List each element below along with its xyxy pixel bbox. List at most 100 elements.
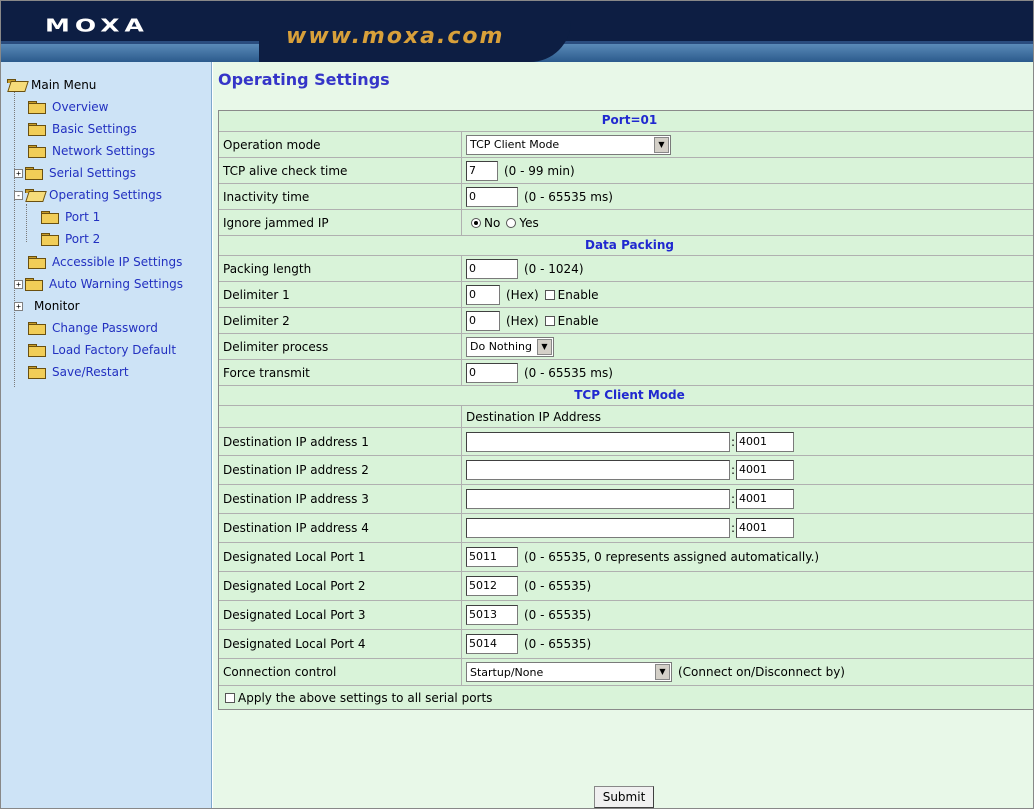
sidebar-root-main-menu[interactable]: Main Menu: [7, 75, 96, 95]
row-destination-4: Destination IP address 4 : 4001: [219, 513, 1033, 542]
dest-port-4-input[interactable]: 4001: [736, 518, 795, 538]
submit-button[interactable]: Submit: [594, 786, 654, 808]
local-port-3-input[interactable]: 5013: [466, 605, 518, 625]
sidebar-item-network-settings[interactable]: Network Settings: [28, 141, 155, 161]
folder-icon: [28, 101, 46, 114]
folder-icon: [28, 145, 46, 158]
settings-table: Port=01 Operation mode TCP Client Mode ▼…: [218, 110, 1033, 710]
header-banner: MOXA www.moxa.com: [1, 1, 1033, 62]
sidebar-item-basic-settings[interactable]: Basic Settings: [28, 119, 137, 139]
dest-port-1-input[interactable]: 4001: [736, 431, 795, 452]
sidebar-item-save-restart[interactable]: Save/Restart: [28, 362, 129, 382]
packing-length-input[interactable]: 0: [466, 258, 518, 279]
colon-separator: :: [731, 492, 736, 506]
dest-ip-3-input[interactable]: [466, 489, 730, 509]
enable-label: Enable: [557, 313, 599, 328]
apply-all-checkbox[interactable]: [225, 692, 235, 703]
expand-plus-icon[interactable]: +: [14, 301, 23, 311]
folder-icon: [25, 167, 43, 180]
sidebar-item-port-2[interactable]: Port 2: [41, 229, 100, 249]
collapse-minus-icon[interactable]: -: [14, 190, 23, 200]
sidebar-item-auto-warning[interactable]: + Auto Warning Settings: [14, 274, 183, 294]
field-label: TCP alive check time: [219, 158, 462, 183]
hex-hint: (Hex): [506, 313, 539, 328]
operation-mode-select[interactable]: TCP Client Mode ▼: [466, 134, 671, 155]
colon-separator: :: [731, 463, 736, 477]
colon-separator: :: [731, 521, 736, 535]
dropdown-arrow-icon[interactable]: ▼: [654, 136, 669, 153]
field-hint: (0 - 65535): [524, 637, 592, 651]
folder-icon: [28, 123, 46, 136]
page-title: Operating Settings: [218, 70, 390, 89]
folder-icon: [28, 322, 46, 335]
sidebar-item-accessible-ip[interactable]: Accessible IP Settings: [28, 252, 182, 272]
folder-icon: [25, 278, 43, 291]
sidebar-tree: Main Menu Overview Basic Settings Networ…: [1, 62, 212, 808]
dest-ip-2-input[interactable]: [466, 460, 730, 480]
select-value: Startup/None: [470, 665, 544, 679]
sidebar-item-monitor[interactable]: + Monitor: [14, 296, 80, 316]
field-label: Delimiter 2: [219, 308, 462, 333]
site-url[interactable]: www.moxa.com: [286, 24, 504, 49]
local-port-4-input[interactable]: 5014: [466, 634, 518, 654]
radio-yes-label: Yes: [519, 215, 539, 230]
folder-open-icon: [25, 189, 43, 201]
sidebar-item-label: Change Password: [52, 321, 158, 335]
sidebar-item-label: Accessible IP Settings: [52, 255, 183, 269]
field-hint: (0 - 65535, 0 represents assigned automa…: [524, 550, 820, 564]
dest-ip-4-input[interactable]: [466, 518, 730, 538]
row-connection-control: Connection control Startup/None ▼ (Conne…: [219, 658, 1033, 685]
sidebar-item-load-factory-default[interactable]: Load Factory Default: [28, 340, 176, 360]
field-label: Destination IP address 3: [219, 485, 462, 513]
delimiter-process-select[interactable]: Do Nothing ▼: [466, 336, 554, 357]
row-dest-header: Destination IP Address: [219, 405, 1033, 427]
sidebar-item-label: Save/Restart: [52, 365, 129, 379]
sidebar-item-port-1[interactable]: Port 1: [41, 207, 100, 227]
inactivity-time-input[interactable]: 0: [466, 186, 518, 207]
sidebar-item-overview[interactable]: Overview: [28, 97, 109, 117]
field-hint: (0 - 65535 ms): [524, 189, 613, 204]
dest-port-3-input[interactable]: 4001: [736, 489, 795, 509]
folder-open-icon: [7, 79, 25, 91]
row-delimiter-1: Delimiter 1 0 (Hex) Enable: [219, 281, 1033, 307]
expand-plus-icon[interactable]: +: [14, 168, 23, 178]
radio-no[interactable]: [471, 217, 481, 228]
field-label: Destination IP address 1: [219, 428, 462, 455]
sidebar-item-operating-settings[interactable]: - Operating Settings: [14, 185, 162, 205]
delimiter-2-enable-checkbox[interactable]: [544, 315, 555, 326]
sidebar-item-serial-settings[interactable]: + Serial Settings: [14, 163, 136, 183]
row-packing-length: Packing length 0 (0 - 1024): [219, 255, 1033, 281]
field-label: Force transmit: [219, 360, 462, 385]
browser-frame: MOXA www.moxa.com Main Menu Overview Bas…: [0, 0, 1034, 809]
row-local-port-2: Designated Local Port 2 5012 (0 - 65535): [219, 571, 1033, 600]
row-inactivity-time: Inactivity time 0 (0 - 65535 ms): [219, 183, 1033, 209]
dropdown-arrow-icon[interactable]: ▼: [655, 664, 670, 680]
connection-control-select[interactable]: Startup/None ▼: [466, 662, 672, 682]
tree-guide-line: [14, 82, 15, 387]
row-destination-3: Destination IP address 3 : 4001: [219, 484, 1033, 513]
field-label: Delimiter 1: [219, 282, 462, 307]
dropdown-arrow-icon[interactable]: ▼: [537, 338, 552, 355]
delimiter-2-input[interactable]: 0: [466, 310, 500, 331]
dest-port-2-input[interactable]: 4001: [736, 460, 795, 480]
delimiter-1-enable-checkbox[interactable]: [544, 289, 555, 300]
folder-icon: [28, 366, 46, 379]
expand-plus-icon[interactable]: +: [14, 279, 23, 289]
sidebar-item-label: Load Factory Default: [52, 343, 177, 357]
field-label: Destination IP address 2: [219, 456, 462, 484]
force-transmit-input[interactable]: 0: [466, 362, 518, 383]
apply-all-label: Apply the above settings to all serial p…: [238, 690, 493, 705]
field-hint: (0 - 65535 ms): [524, 365, 613, 380]
row-local-port-4: Designated Local Port 4 5014 (0 - 65535): [219, 629, 1033, 658]
tcp-alive-input[interactable]: 7: [466, 160, 498, 181]
field-hint: (0 - 65535): [524, 608, 592, 622]
row-apply-all: Apply the above settings to all serial p…: [219, 685, 1033, 709]
local-port-2-input[interactable]: 5012: [466, 576, 518, 596]
dest-ip-1-input[interactable]: [466, 431, 730, 452]
delimiter-1-input[interactable]: 0: [466, 284, 500, 305]
local-port-1-input[interactable]: 5011: [466, 547, 518, 567]
field-label: Operation mode: [219, 132, 462, 157]
radio-yes[interactable]: [506, 217, 517, 228]
sidebar-item-change-password[interactable]: Change Password: [28, 318, 158, 338]
colon-separator: :: [731, 434, 736, 449]
